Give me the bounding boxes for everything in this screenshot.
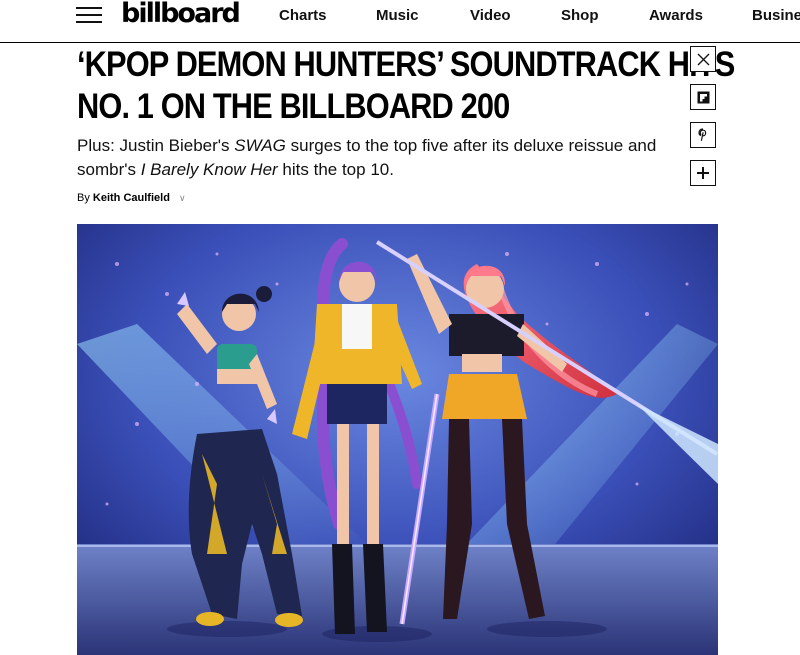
headline-line-2: NO. 1 ON THE BILLBOARD 200	[77, 87, 510, 126]
headline-line-1: ‘KPOP DEMON HUNTERS’ SOUNDTRACK HITS	[77, 45, 735, 84]
chevron-down-icon[interactable]: ∨	[179, 193, 186, 203]
byline-prefix: By	[77, 192, 90, 204]
nav-item-shop[interactable]: Shop	[561, 7, 599, 24]
billboard-logo[interactable]: billboard	[121, 0, 241, 29]
share-x-button[interactable]	[690, 46, 716, 72]
nav-item-video[interactable]: Video	[470, 7, 511, 24]
share-more-button[interactable]	[690, 160, 716, 186]
nav-item-business[interactable]: Busines	[752, 7, 800, 24]
pinterest-icon	[698, 128, 707, 141]
hero-illustration	[77, 224, 718, 655]
byline: By Keith Caulfield ∨	[77, 192, 186, 204]
nav-item-charts[interactable]: Charts	[279, 7, 327, 24]
hero-image[interactable]	[77, 224, 718, 655]
nav-item-awards[interactable]: Awards	[649, 7, 703, 24]
share-pinterest-button[interactable]	[690, 122, 716, 148]
nav-item-music[interactable]: Music	[376, 7, 419, 24]
article-headline: ‘KPOP DEMON HUNTERS’ SOUNDTRACK HITS NO.…	[77, 44, 735, 128]
top-navigation-bar: billboard Charts Music Video Shop Awards…	[0, 0, 800, 43]
author-link[interactable]: Keith Caulfield	[93, 192, 170, 204]
dek-italic-song: I Barely Know Her	[140, 160, 278, 179]
plus-icon	[697, 167, 709, 179]
menu-icon[interactable]	[76, 6, 102, 25]
x-icon	[697, 53, 709, 65]
dek-text-1: Plus: Justin Bieber's	[77, 136, 235, 155]
share-flipboard-button[interactable]	[690, 84, 716, 110]
article-dek: Plus: Justin Bieber's SWAG surges to the…	[77, 134, 677, 182]
dek-italic-swag: SWAG	[234, 136, 286, 155]
dek-text-3: hits the top 10.	[277, 160, 394, 179]
flipboard-icon	[697, 91, 709, 103]
